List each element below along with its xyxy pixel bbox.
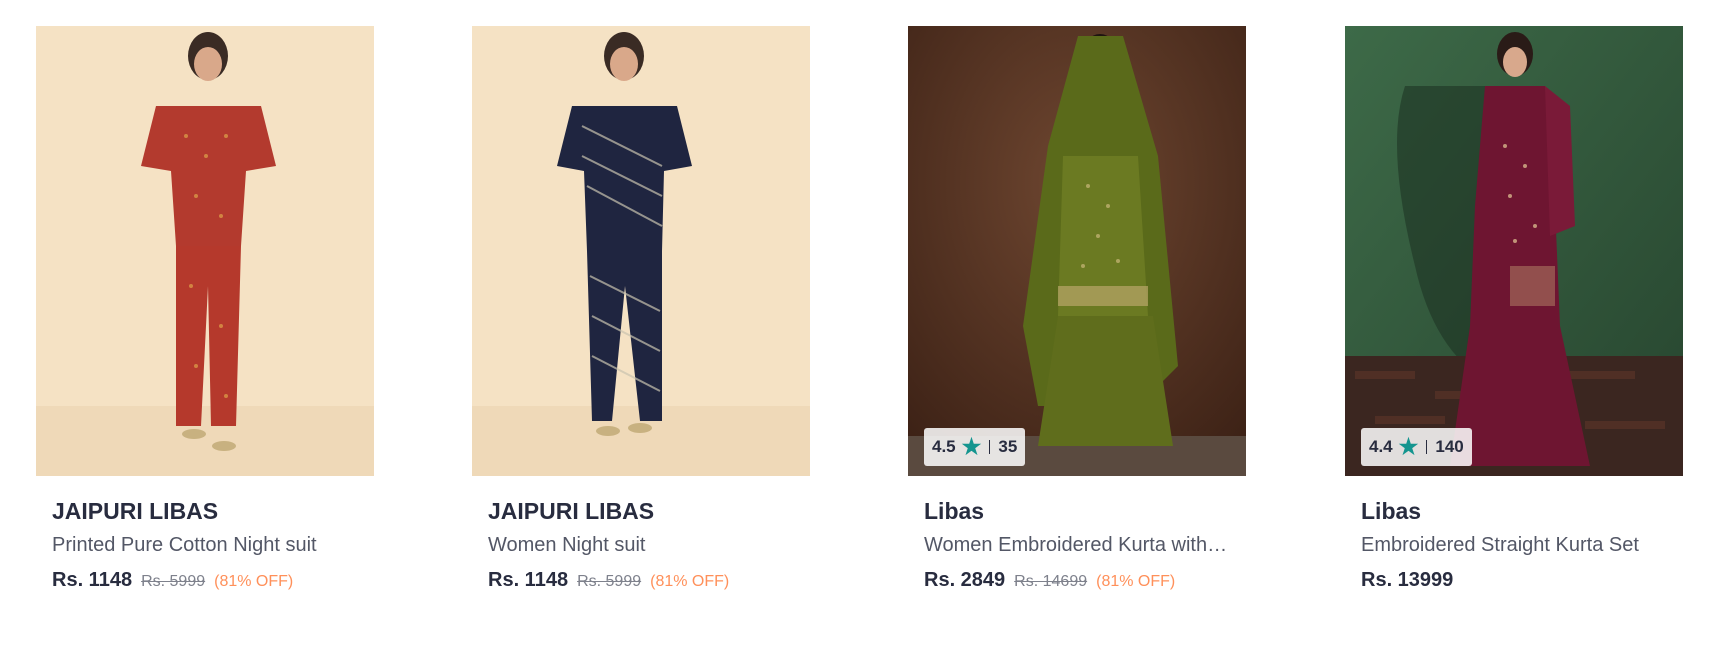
product-brand: Libas xyxy=(924,498,985,524)
product-price: Rs. 1148 xyxy=(488,569,569,591)
product-card[interactable]: 4.4 ★ 140 Libas Embroidered Straight Kur… xyxy=(1345,26,1683,606)
product-price: Rs. 2849 xyxy=(924,569,1006,591)
product-name: Women Night suit xyxy=(488,534,646,556)
product-mrp: Rs. 14699 xyxy=(1014,573,1088,590)
product-brand: JAIPURI LIBAS xyxy=(488,498,655,524)
product-card[interactable]: JAIPURI LIBAS Printed Pure Cotton Night … xyxy=(36,26,374,606)
product-card[interactable]: 4.5 ★ 35 Libas Women Embroidered Kurta w… xyxy=(908,26,1246,606)
price-row: Rs. 2849 Rs. 14699 (81% OFF) xyxy=(924,569,1230,592)
product-photo xyxy=(472,26,810,476)
product-image[interactable]: 4.4 ★ 140 xyxy=(1345,26,1683,476)
price-row: Rs. 1148 Rs. 5999 (81% OFF) xyxy=(52,569,358,592)
price-row: Rs. 1148 Rs. 5999 (81% OFF) xyxy=(488,569,794,592)
rating-divider xyxy=(1426,440,1428,454)
product-name: Women Embroidered Kurta with Sharara & D… xyxy=(924,534,1230,556)
rating-value: 4.5 xyxy=(932,437,956,456)
product-photo xyxy=(1345,26,1683,476)
product-image[interactable] xyxy=(36,26,374,476)
star-icon: ★ xyxy=(961,434,982,459)
rating-count: 35 xyxy=(998,437,1018,456)
product-name: Embroidered Straight Kurta Set xyxy=(1361,534,1639,556)
product-grid: JAIPURI LIBAS Printed Pure Cotton Night … xyxy=(0,0,1720,656)
rating-badge: 4.4 ★ 140 xyxy=(1361,428,1472,466)
product-photo xyxy=(36,26,374,476)
product-brand: Libas xyxy=(1361,498,1422,524)
product-brand: JAIPURI LIBAS xyxy=(52,498,219,524)
product-price: Rs. 1148 xyxy=(52,569,133,591)
product-discount: (81% OFF) xyxy=(650,573,730,590)
product-name: Printed Pure Cotton Night suit xyxy=(52,534,317,556)
star-icon: ★ xyxy=(1398,434,1419,459)
product-image[interactable] xyxy=(472,26,810,476)
product-discount: (81% OFF) xyxy=(1096,573,1176,590)
product-mrp: Rs. 5999 xyxy=(141,573,206,590)
product-image[interactable]: 4.5 ★ 35 xyxy=(908,26,1246,476)
rating-value: 4.4 xyxy=(1369,437,1393,456)
product-mrp: Rs. 5999 xyxy=(577,573,642,590)
product-price: Rs. 13999 xyxy=(1361,569,1454,591)
price-row: Rs. 13999 xyxy=(1361,569,1667,592)
rating-count: 140 xyxy=(1435,437,1464,456)
product-photo xyxy=(908,26,1246,476)
product-discount: (81% OFF) xyxy=(214,573,294,590)
product-card[interactable]: JAIPURI LIBAS Women Night suit Rs. 1148 … xyxy=(472,26,810,606)
rating-divider xyxy=(989,440,991,454)
rating-badge: 4.5 ★ 35 xyxy=(924,428,1026,466)
